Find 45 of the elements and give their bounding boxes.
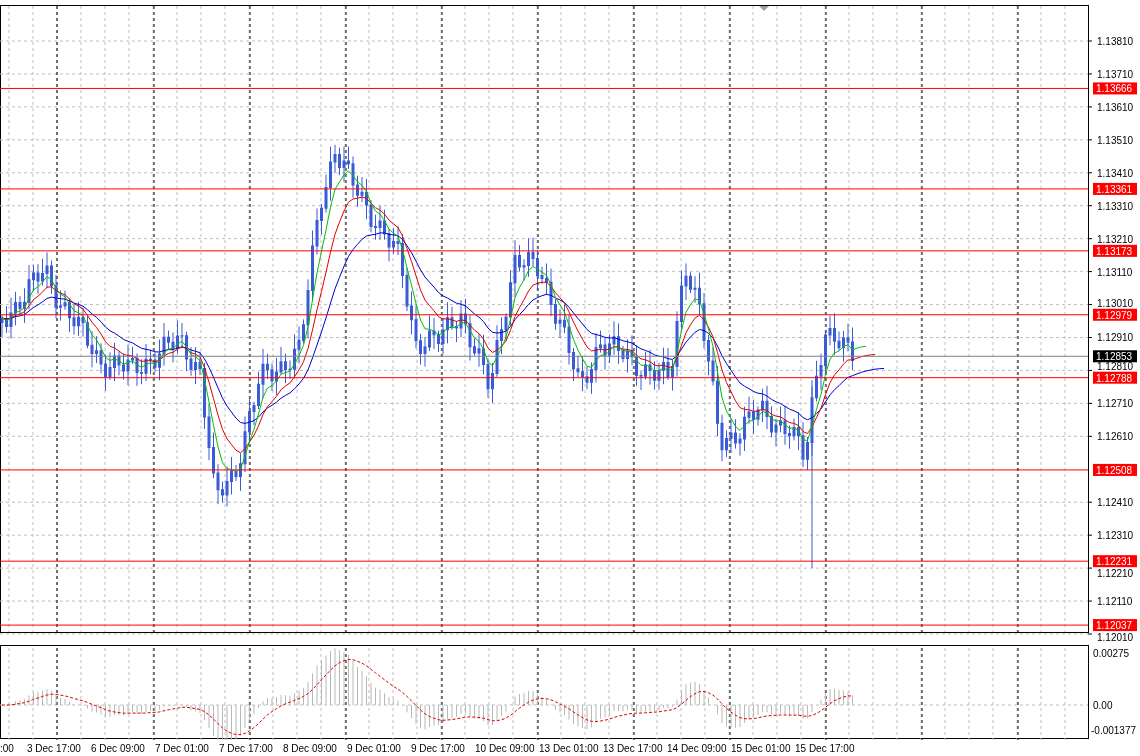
time-label: :00 — [0, 743, 14, 754]
price-tag: 1.13666 — [1093, 82, 1137, 95]
price-tag: 1.12979 — [1093, 308, 1137, 321]
price-tick-label: 1.13810 — [1097, 36, 1134, 47]
price-tag: 1.12231 — [1093, 555, 1137, 568]
oscillator-tick-label: -0.001377 — [1091, 725, 1137, 736]
price-tick-label: 1.12110 — [1097, 596, 1133, 608]
price-tick-label: 1.13110 — [1097, 266, 1133, 278]
scroll-marker-icon[interactable] — [759, 6, 769, 11]
time-label: 14 Dec 09:00 — [667, 743, 727, 754]
price-tick-label: 1.13410 — [1097, 167, 1134, 179]
price-tick-label: 1.12210 — [1097, 568, 1134, 580]
price-tick-label: 1.13310 — [1097, 200, 1134, 212]
oscillator-tick-label: 0.00 — [1093, 700, 1113, 711]
price-tick-label: 1.12610 — [1097, 431, 1134, 443]
oscillator-tick-label: 0.00275 — [1093, 648, 1130, 659]
price-tag: 1.12508 — [1093, 463, 1137, 476]
price-tick-label: 1.13710 — [1097, 68, 1134, 80]
price-tick-label: 1.13210 — [1097, 233, 1134, 245]
time-label: 13 Dec 17:00 — [603, 743, 663, 754]
time-label: 15 Dec 17:00 — [795, 743, 855, 754]
time-label: 10 Dec 09:00 — [475, 743, 535, 754]
time-label: 13 Dec 01:00 — [539, 743, 599, 754]
price-tick-label: 1.13610 — [1097, 101, 1134, 113]
price-tick-label: 1.12810 — [1097, 360, 1134, 372]
time-label: 9 Dec 01:00 — [347, 743, 401, 754]
time-label: 9 Dec 17:00 — [411, 743, 465, 754]
price-tick-label: 1.12310 — [1097, 530, 1134, 542]
time-label: 3 Dec 17:00 — [27, 743, 81, 754]
price-tick-label: 1.12010 — [1097, 632, 1134, 644]
price-tick-label: 1.13510 — [1097, 134, 1134, 146]
time-label: 7 Dec 17:00 — [219, 743, 273, 754]
price-tick-label: 1.13010 — [1097, 297, 1134, 309]
time-label: 7 Dec 01:00 — [155, 743, 209, 754]
price-tick-label: 1.12710 — [1097, 398, 1134, 410]
price-tick-label: 1.12410 — [1097, 497, 1134, 509]
time-label: 15 Dec 01:00 — [731, 743, 791, 754]
current-price-tag: 1.12853 — [1093, 350, 1137, 363]
price-tick-label: 1.12910 — [1097, 332, 1134, 344]
time-label: 6 Dec 09:00 — [91, 743, 145, 754]
price-tag: 1.12788 — [1093, 371, 1137, 384]
price-tag: 1.13173 — [1093, 244, 1137, 257]
price-tag: 1.13361 — [1093, 182, 1137, 195]
price-tag: 1.12037 — [1093, 619, 1137, 632]
time-label: 8 Dec 09:00 — [283, 743, 337, 754]
